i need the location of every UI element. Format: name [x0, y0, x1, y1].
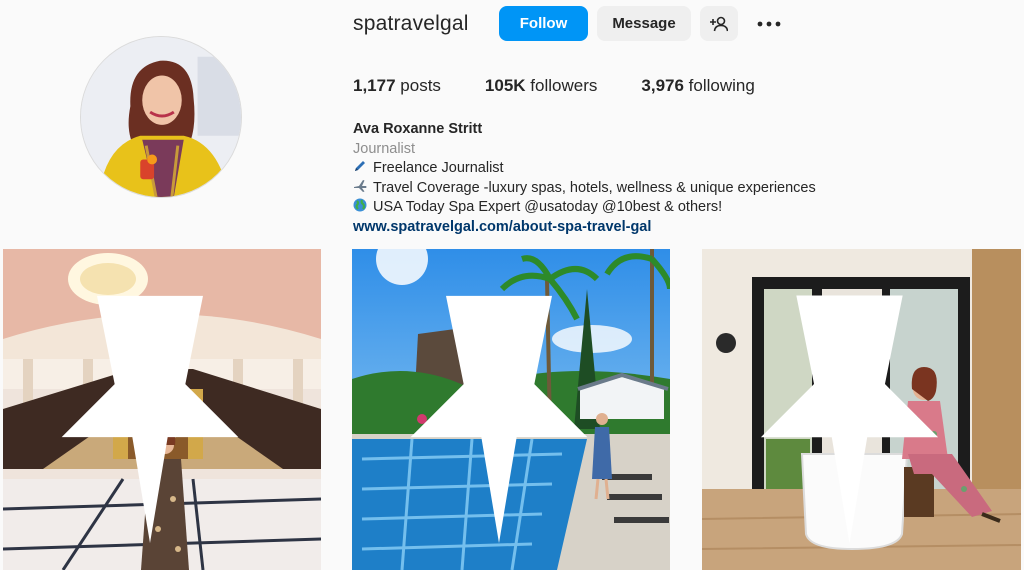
bio-line: USA Today Spa Expert @usatoday @10best &…: [353, 198, 816, 218]
bio-line-text: Freelance Journalist: [373, 160, 504, 177]
posts-label: posts: [400, 76, 441, 95]
bio-line-text: USA Today Spa Expert @usatoday @10best &…: [373, 199, 723, 216]
following-stat[interactable]: 3,976 following: [641, 76, 754, 96]
bio-line: Travel Coverage -luxury spas, hotels, we…: [353, 179, 816, 199]
following-count: 3,976: [641, 76, 684, 95]
followers-count: 105K: [484, 76, 526, 95]
more-options-button[interactable]: [752, 6, 786, 41]
followers-stat[interactable]: 105K followers: [485, 76, 597, 96]
ellipsis-icon: [757, 21, 781, 26]
profile-username: spatravelgal: [353, 12, 469, 35]
pinned-post-icon: [61, 295, 239, 544]
bio-line-text: Travel Coverage -luxury spas, hotels, we…: [373, 179, 816, 196]
post-thumbnail[interactable]: [352, 249, 670, 570]
post-thumbnail[interactable]: [3, 249, 321, 570]
bio-line: Freelance Journalist: [353, 159, 816, 179]
profile-category: Journalist: [353, 140, 416, 157]
profile-stats: 1,177 posts 105K followers 3,976 followi…: [353, 76, 799, 96]
add-person-icon: [710, 16, 728, 31]
followers-label: followers: [530, 76, 598, 95]
posts-count: 1,177: [353, 76, 396, 95]
profile-website-link[interactable]: www.spatravelgal.com/about-spa-travel-ga…: [353, 218, 816, 238]
message-button[interactable]: Message: [597, 6, 691, 41]
suggest-similar-button[interactable]: [700, 6, 738, 41]
pen-icon: [353, 159, 373, 179]
profile-full-name: Ava Roxanne Stritt: [353, 121, 483, 137]
posts-stat: 1,177 posts: [353, 76, 441, 96]
pinned-post-icon: [760, 295, 939, 544]
profile-bio: Ava Roxanne Stritt Journalist Freelance …: [353, 120, 816, 238]
pinned-post-icon: [410, 295, 588, 544]
globe-icon: [353, 198, 373, 218]
follow-button[interactable]: Follow: [499, 6, 588, 41]
post-thumbnail[interactable]: [702, 249, 1021, 570]
avatar-photo: [81, 37, 241, 197]
airplane-icon: [353, 179, 373, 199]
post-grid: [0, 249, 1024, 570]
profile-avatar[interactable]: [80, 36, 242, 198]
following-label: following: [688, 76, 755, 95]
